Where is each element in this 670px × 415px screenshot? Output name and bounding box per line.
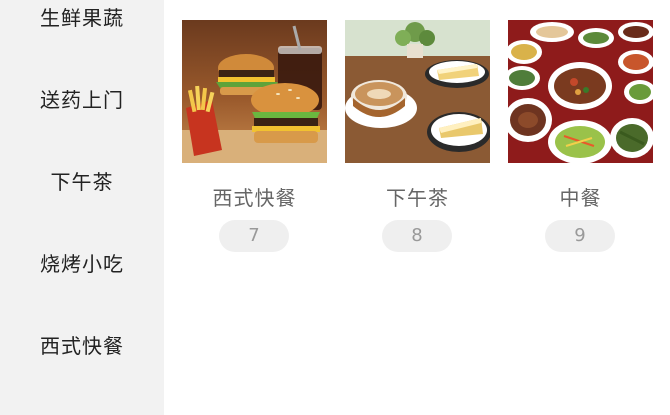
chinese-dishes-photo	[508, 20, 653, 163]
sidebar-item-afternoon-tea[interactable]: 下午茶	[0, 162, 164, 202]
coffee-cake-photo	[345, 20, 490, 163]
card-title: 下午茶	[386, 186, 449, 210]
category-card-afternoon-tea[interactable]: 下午茶 8	[345, 20, 490, 260]
card-title: 西式快餐	[212, 186, 297, 210]
sidebar-item-medicine-delivery[interactable]: 送药上门	[0, 80, 164, 120]
app-screen: 生鲜果蔬 送药上门 下午茶 烧烤小吃 西式快餐 西式快餐 7 下午茶 8 中餐 …	[0, 0, 670, 415]
count-badge: 9	[545, 220, 615, 252]
sidebar-item-label: 生鲜果蔬	[40, 6, 124, 30]
sidebar-item-bbq-snacks[interactable]: 烧烤小吃	[0, 244, 164, 284]
sidebar-item-label: 烧烤小吃	[40, 252, 124, 276]
burger-fries-cola-photo	[182, 20, 327, 163]
sidebar-item-fresh-produce[interactable]: 生鲜果蔬	[0, 0, 164, 38]
sidebar-item-western-fast-food[interactable]: 西式快餐	[0, 326, 164, 366]
count-badge: 8	[382, 220, 452, 252]
category-sidebar: 生鲜果蔬 送药上门 下午茶 烧烤小吃 西式快餐	[0, 0, 164, 415]
category-card-western-fast-food[interactable]: 西式快餐 7	[182, 20, 327, 260]
sidebar-item-label: 送药上门	[40, 88, 124, 112]
sidebar-item-label: 西式快餐	[40, 334, 124, 358]
card-title: 中餐	[559, 186, 602, 210]
category-content: 西式快餐 7 下午茶 8 中餐 9	[164, 0, 670, 415]
category-card-chinese-food[interactable]: 中餐 9	[508, 20, 653, 260]
sidebar-item-label: 下午茶	[50, 170, 114, 194]
count-badge: 7	[219, 220, 289, 252]
